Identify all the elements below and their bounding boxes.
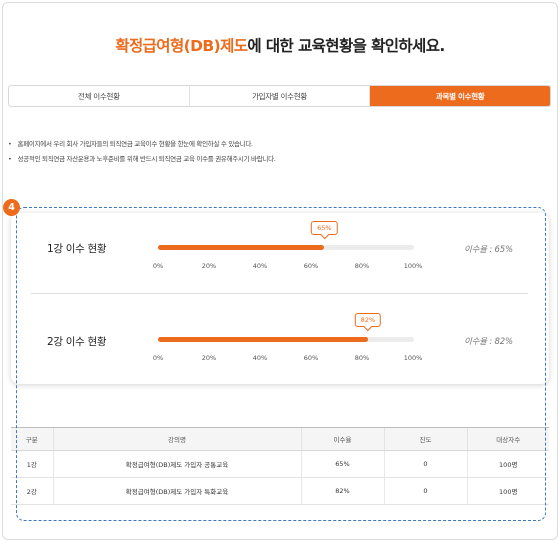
column-header: 구분 [11,427,53,451]
tab-member-status[interactable]: 가입자별 이수현황 [190,86,371,106]
axis-tick: 80% [354,262,370,270]
notice-list: 홈페이지에서 우리 회사 가입자들의 퇴직연금 교육이수 현황을 한눈에 확인하… [8,137,276,167]
column-header: 이수율 [300,427,384,451]
axis-tick: 20% [201,354,217,362]
course-1-rate: 이수율 : 65% [464,245,513,255]
table-cell: 확정급여형(DB)제도 가입자 공통교육 [52,450,301,478]
table-row: 1강 확정급여형(DB)제도 가입자 공통교육 65% 0 100명 [11,450,549,478]
course-1-percent-bubble: 65% [311,221,338,235]
notice-item: 성공적인 퇴직연금 자산운용과 노후준비를 위해 반드시 퇴직연금 교육 이수를… [8,152,276,167]
table-cell: 0 [383,450,467,478]
tab-bar: 전체 이수현황 가입자별 이수현황 과목별 이수현황 [8,85,551,107]
axis-tick: 80% [354,354,370,362]
table-header-row: 구분 강의명 이수율 진도 대상자수 [11,427,549,451]
panel-divider [31,293,528,294]
table-cell: 65% [300,450,384,478]
column-header: 강의명 [52,427,301,451]
course-2-title: 2강 이수 현황 [47,336,107,348]
axis-tick: 60% [303,354,319,362]
tab-course-status[interactable]: 과목별 이수현황 [370,86,550,106]
axis-tick: 40% [252,354,268,362]
course-table: 구분 강의명 이수율 진도 대상자수 1강 확정급여형(DB)제도 가입자 공통… [11,427,549,505]
column-header: 대상자수 [466,427,549,451]
step-badge: 4 [3,199,20,216]
progress-panel [11,213,549,384]
axis-tick: 20% [201,262,217,270]
table-row: 2강 확정급여형(DB)제도 가입자 특화교육 82% 0 100명 [11,477,549,505]
table-cell: 0 [383,477,467,505]
table-cell: 100명 [466,450,549,478]
course-1-progress-track [158,245,414,250]
axis-tick: 100% [403,354,423,362]
table-cell: 1강 [11,450,53,478]
course-2-percent-bubble: 82% [354,313,382,327]
axis-tick: 60% [303,262,319,270]
axis-tick: 0% [152,354,164,362]
table-cell: 확정급여형(DB)제도 가입자 특화교육 [52,477,301,505]
course-1-progress-fill [158,245,325,250]
axis-tick: 40% [252,262,268,270]
axis-tick: 0% [152,262,164,270]
course-1-title: 1강 이수 현황 [47,243,107,255]
table-cell: 82% [300,477,384,505]
course-2-progress-track [158,337,414,342]
course-2-rate: 이수율 : 82% [464,337,513,347]
page-title-highlight: 확정급여형(DB)제도 [115,37,248,55]
table-cell: 100명 [466,477,549,505]
course-2-progress-fill [158,337,368,342]
page-title: 확정급여형(DB)제도에 대한 교육현황을 확인하세요. [0,34,560,56]
axis-tick: 100% [403,262,423,270]
column-header: 진도 [383,427,467,451]
tab-overall-status[interactable]: 전체 이수현황 [9,86,190,106]
table-cell: 2강 [11,477,53,505]
page-title-rest: 에 대한 교육현황을 확인하세요. [247,37,445,55]
notice-item: 홈페이지에서 우리 회사 가입자들의 퇴직연금 교육이수 현황을 한눈에 확인하… [8,137,276,152]
